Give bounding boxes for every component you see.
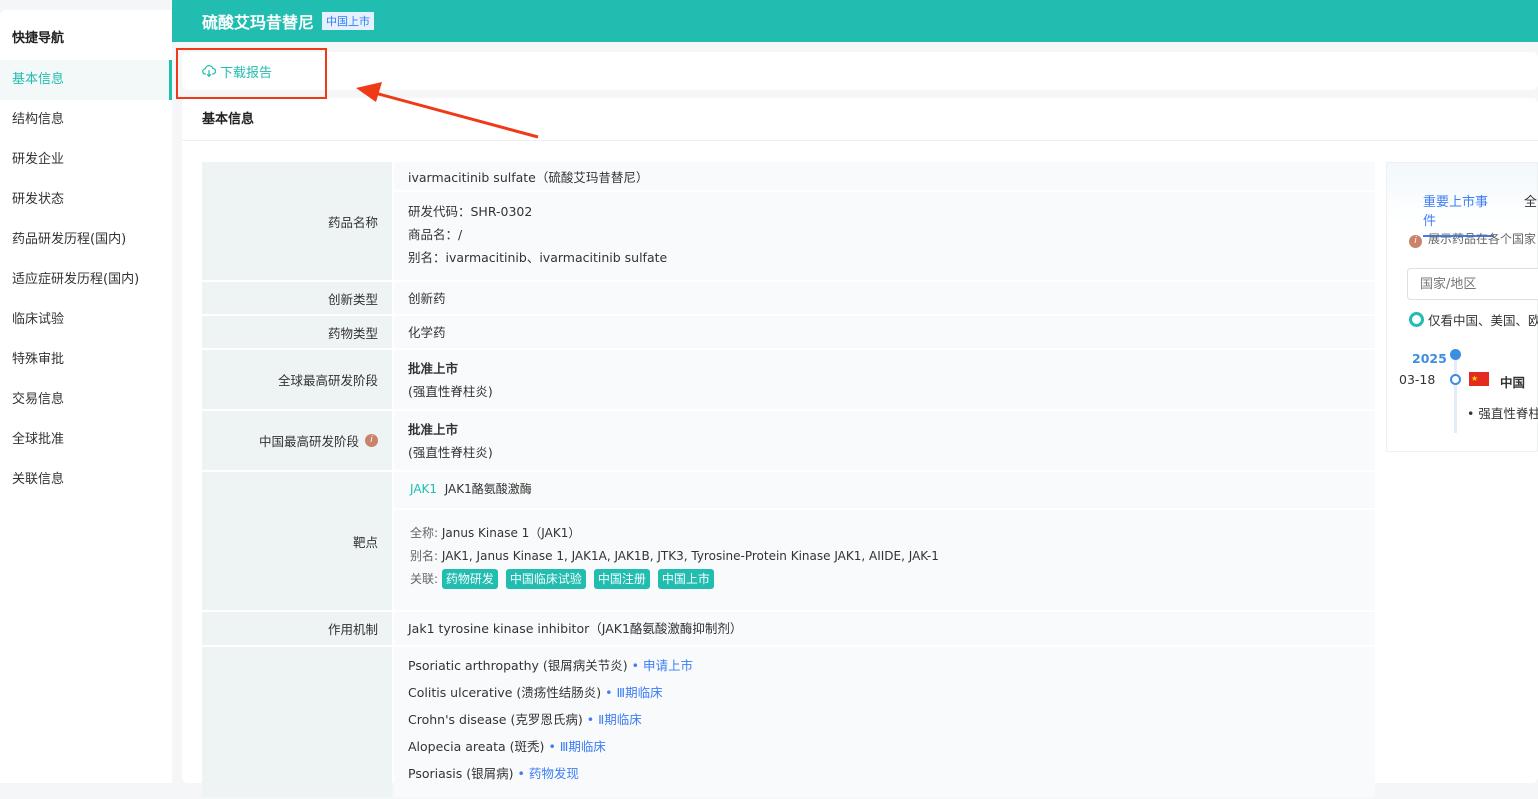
indication-name: Crohn's disease (克罗恩氏病) [408, 712, 583, 727]
table-row: 药物类型 化学药 [202, 316, 1375, 348]
indication-item: Crohn's disease (克罗恩氏病) • Ⅱ期临床 [408, 712, 642, 727]
tag-china-launch[interactable]: 中国上市 [657, 569, 714, 589]
indication-name: Colitis ulcerative (溃疡性结肠炎) [408, 685, 602, 700]
download-report-button[interactable]: 下载报告 [202, 62, 272, 81]
dev-code: 研发代码：SHR-0302 [408, 204, 533, 219]
download-report-label: 下载报告 [220, 65, 273, 81]
row-value: Jak1 tyrosine kinase inhibitor（JAK1酪氨酸激酶… [394, 612, 1375, 645]
target-name: JAK1酪氨酸激酶 [444, 482, 532, 496]
row-label: 全球最高研发阶段 [202, 350, 392, 409]
tag-china-registration[interactable]: 中国注册 [593, 569, 650, 589]
timeline-year-dot [1450, 349, 1461, 360]
row-label: 药品名称 [202, 162, 392, 280]
indication-stage-link[interactable]: Ⅲ期临床 [560, 739, 606, 754]
sidebar-item-indication-history[interactable]: 适应症研发历程(国内) [0, 260, 172, 300]
trade-name: 商品名：/ [408, 227, 463, 242]
hint-text: 展示药品在各个国家 [1428, 232, 1537, 246]
basic-info-table: 药品名称 ivarmacitinib sulfate（硫酸艾玛昔替尼） 研发代码… [202, 162, 1375, 799]
sidebar-item-trials[interactable]: 临床试验 [0, 300, 172, 340]
stage-value: 批准上市 [408, 360, 459, 376]
related-label: 关联: [410, 572, 439, 586]
full-name: Janus Kinase 1（JAK1） [441, 526, 581, 540]
row-value: JAK1 JAK1酪氨酸激酶 全称: Janus Kinase 1（JAK1） … [394, 472, 1375, 610]
status-badge: 中国上市 [322, 12, 375, 30]
sidebar-item-history[interactable]: 药品研发历程(国内) [0, 220, 172, 260]
timeline-event-dot [1450, 374, 1461, 385]
indication-item: Alopecia areata (斑秃) • Ⅲ期临床 [408, 739, 606, 754]
indication-stage-link[interactable]: Ⅲ期临床 [616, 685, 662, 700]
row-label: 药物类型 [202, 316, 392, 348]
target-alias: JAK1, Janus Kinase 1, JAK1A, JAK1B, JTK3… [441, 549, 939, 563]
sidebar-title: 快捷导航 [12, 31, 65, 46]
row-label-text: 中国最高研发阶段 [258, 434, 359, 449]
row-label: 靶点 [202, 472, 392, 610]
toolbar: 下载报告 [182, 52, 1538, 90]
timeline-year: 2025 [1412, 351, 1447, 366]
quick-nav-sidebar: 快捷导航 基本信息 结构信息 研发企业 研发状态 药品研发历程(国内) 适应症研… [0, 10, 172, 783]
table-row: 作用机制 Jak1 tyrosine kinase inhibitor（JAK1… [202, 612, 1375, 645]
radio-label: 仅看中国、美国、欧 [1428, 313, 1538, 328]
indication-stage-link[interactable]: 申请上市 [643, 658, 693, 673]
timeline-line [1454, 351, 1457, 433]
row-value: 批准上市 (强直性脊柱炎) [394, 350, 1375, 409]
row-value: 化学药 [394, 316, 1375, 348]
indication-item: Psoriatic arthropathy (银屑病关节炎) • 申请上市 [408, 658, 694, 673]
indication-name: Alopecia areata (斑秃) [408, 739, 545, 754]
info-icon[interactable]: i [365, 434, 378, 447]
sidebar-item-status[interactable]: 研发状态 [0, 180, 172, 220]
row-label [202, 647, 392, 797]
drug-name-line: ivarmacitinib sulfate（硫酸艾玛昔替尼） [394, 162, 1375, 192]
event-indication: • 强直性脊柱 [1467, 406, 1538, 421]
sidebar-item-company[interactable]: 研发企业 [0, 140, 172, 180]
indication-name: Psoriasis (银屑病) [408, 766, 514, 781]
radio-toggle[interactable] [1409, 312, 1424, 327]
cloud-download-icon [202, 65, 216, 78]
tag-drug-rd[interactable]: 药物研发 [441, 569, 498, 589]
alias-label: 别名: [410, 549, 439, 563]
row-label: 作用机制 [202, 612, 392, 645]
row-label: 中国最高研发阶段 i [202, 411, 392, 470]
event-country: 中国 [1500, 375, 1526, 390]
row-value: 创新药 [394, 282, 1375, 314]
event-date: 03-18 [1399, 372, 1436, 387]
indication-stage-link[interactable]: 药物发现 [529, 766, 579, 781]
alias: 别名：ivarmacitinib、ivarmacitinib sulfate [408, 250, 668, 265]
sidebar-item-related[interactable]: 关联信息 [0, 460, 172, 500]
table-row: 靶点 JAK1 JAK1酪氨酸激酶 全称: Janus Kinase 1（JAK… [202, 472, 1375, 610]
indication-stage-link[interactable]: Ⅱ期临床 [598, 712, 642, 727]
drug-title: 硫酸艾玛昔替尼 [202, 13, 315, 32]
table-row: 全球最高研发阶段 批准上市 (强直性脊柱炎) [202, 350, 1375, 409]
stage-indication: (强直性脊柱炎) [408, 444, 493, 460]
table-row: 药品名称 ivarmacitinib sulfate（硫酸艾玛昔替尼） 研发代码… [202, 162, 1375, 280]
stage-value: 批准上市 [408, 421, 459, 437]
table-row: Psoriatic arthropathy (银屑病关节炎) • 申请上市 Co… [202, 647, 1375, 797]
indication-item: Colitis ulcerative (溃疡性结肠炎) • Ⅲ期临床 [408, 685, 663, 700]
row-value: 批准上市 (强直性脊柱炎) [394, 411, 1375, 470]
sidebar-item-special[interactable]: 特殊审批 [0, 340, 172, 380]
sidebar-item-global[interactable]: 全球批准 [0, 420, 172, 460]
sidebar-item-basic[interactable]: 基本信息 [0, 60, 172, 100]
china-flag-icon: ★ [1469, 372, 1489, 386]
target-code-link[interactable]: JAK1 [410, 482, 437, 496]
section-title: 基本信息 [182, 98, 1538, 141]
stage-indication: (强直性脊柱炎) [408, 383, 493, 399]
sidebar-item-structure[interactable]: 结构信息 [0, 100, 172, 140]
info-icon: i [1409, 235, 1422, 248]
market-events-panel: 重要上市事件 全 i展示药品在各个国家 仅看中国、美国、欧 2025 03-18… [1386, 162, 1538, 452]
indication-name: Psoriatic arthropathy (银屑病关节炎) [408, 658, 628, 673]
row-label: 创新类型 [202, 282, 392, 314]
row-value: ivarmacitinib sulfate（硫酸艾玛昔替尼） 研发代码：SHR-… [394, 162, 1375, 280]
table-row: 中国最高研发阶段 i 批准上市 (强直性脊柱炎) [202, 411, 1375, 470]
full-name-label: 全称: [410, 526, 439, 540]
sidebar-item-deals[interactable]: 交易信息 [0, 380, 172, 420]
country-search-input[interactable] [1407, 268, 1538, 300]
table-row: 创新类型 创新药 [202, 282, 1375, 314]
basic-info-card: 基本信息 药品名称 ivarmacitinib sulfate（硫酸艾玛昔替尼）… [182, 98, 1538, 797]
indication-list: Psoriatic arthropathy (银屑病关节炎) • 申请上市 Co… [394, 647, 1375, 797]
tag-china-trials[interactable]: 中国临床试验 [505, 569, 586, 589]
page-header: 硫酸艾玛昔替尼 中国上市 [172, 0, 1538, 42]
